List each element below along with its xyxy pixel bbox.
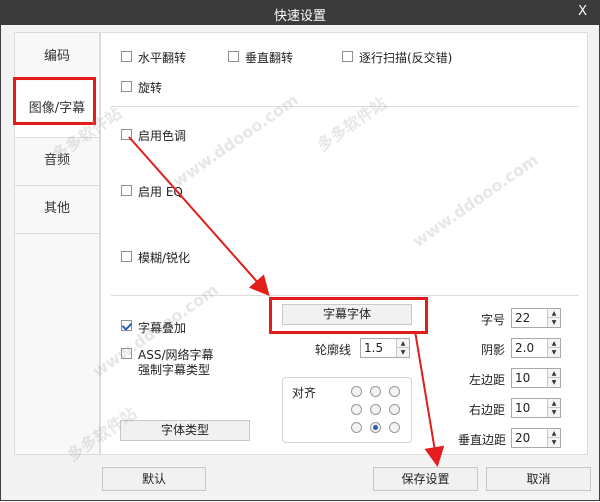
annotation-arrows bbox=[128, 136, 445, 467]
arrow-to-save-button bbox=[414, 330, 445, 467]
quick-settings-window: 快速设置 X 编码 图像/字幕 音频 其他 水平翻转 垂直翻转 逐行扫描(反交错… bbox=[0, 0, 600, 501]
arrow-to-font-button bbox=[128, 136, 270, 296]
